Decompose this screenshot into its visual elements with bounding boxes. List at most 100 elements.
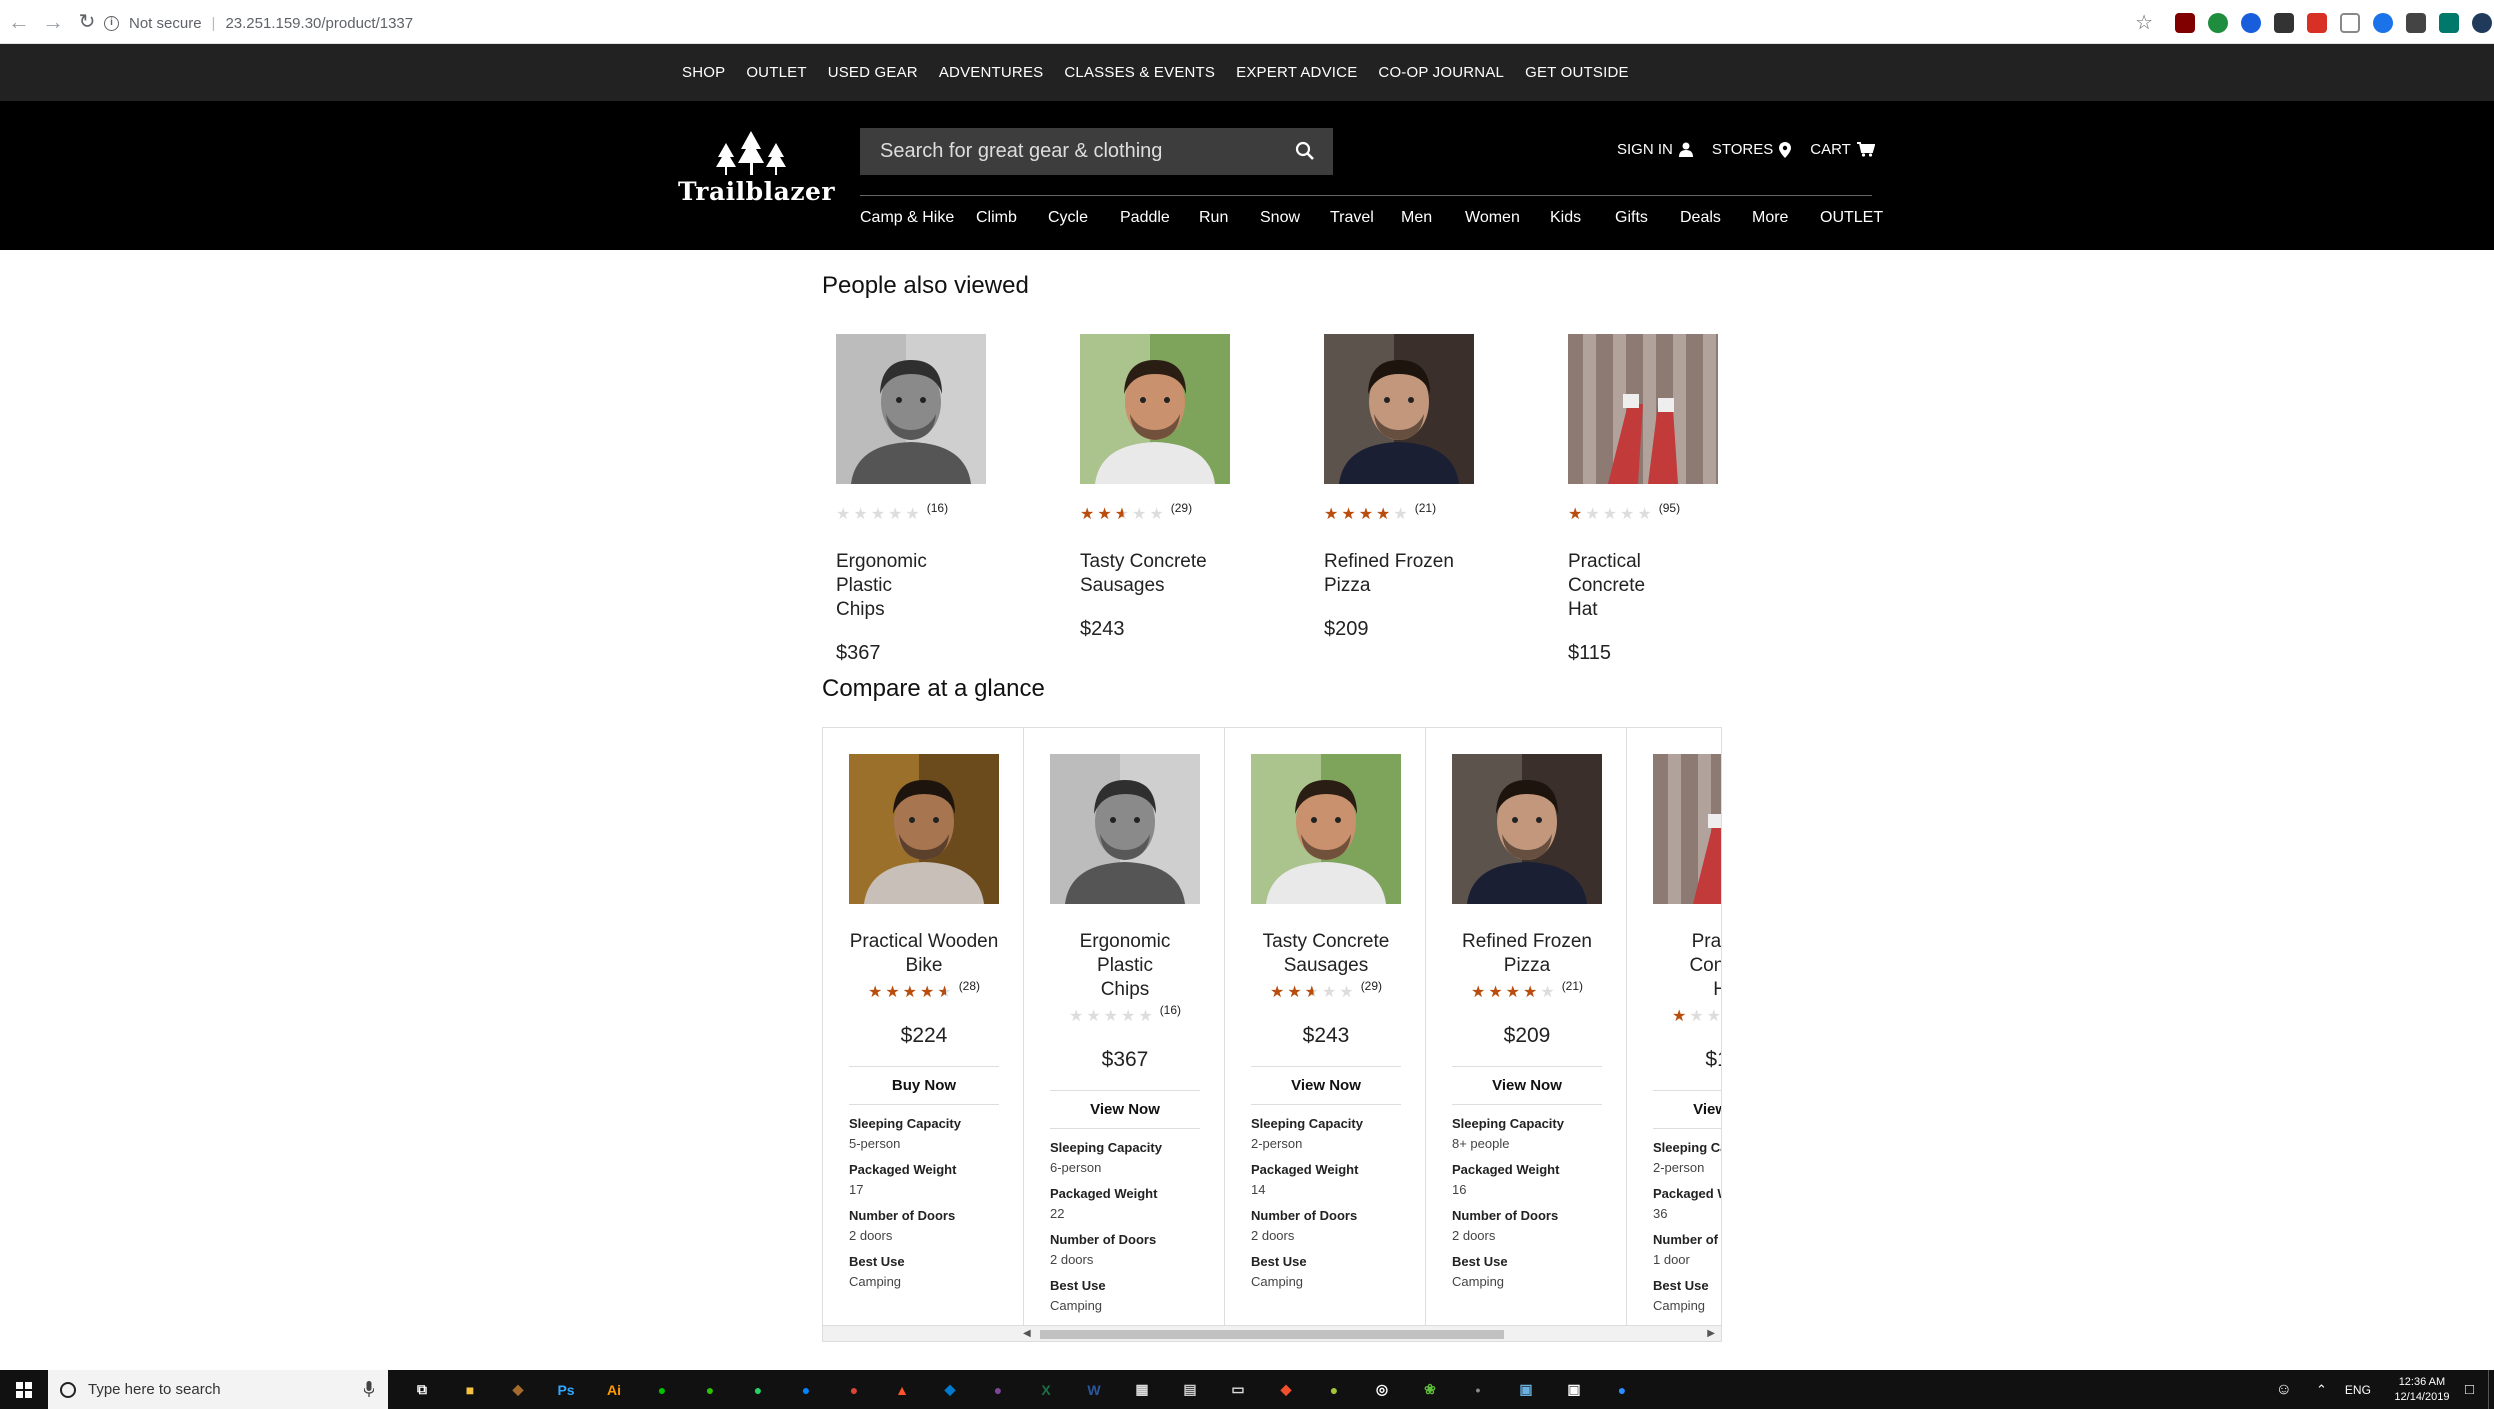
android-icon[interactable]: ●: [1317, 1376, 1351, 1404]
product-image[interactable]: [1324, 334, 1474, 484]
word-icon[interactable]: W: [1077, 1376, 1111, 1404]
bitwarden-icon[interactable]: [2241, 12, 2261, 33]
compare-product-name[interactable]: Ergonomic Plastic Chips: [1050, 930, 1200, 1002]
product-name[interactable]: Tasty Concrete Sausages: [1080, 550, 1230, 598]
category-cycle[interactable]: Cycle: [1048, 209, 1088, 227]
product-card[interactable]: ★ ★ ★ ★ ★ (21) Refined Frozen Pizza $209: [1324, 334, 1474, 641]
shield-icon[interactable]: [2208, 12, 2228, 33]
messenger-icon[interactable]: ●: [789, 1376, 823, 1404]
excel-icon[interactable]: X: [1029, 1376, 1063, 1404]
horizontal-scrollbar[interactable]: ◀ ▶: [823, 1325, 1721, 1341]
view-now-button[interactable]: View Now: [1050, 1101, 1200, 1129]
tor-icon[interactable]: ●: [981, 1376, 1015, 1404]
illustrator-icon[interactable]: Ai: [597, 1376, 631, 1404]
top-nav-get-outside[interactable]: GET OUTSIDE: [1525, 64, 1629, 81]
compare-product-image[interactable]: [1050, 754, 1200, 904]
top-nav-classes-events[interactable]: CLASSES & EVENTS: [1064, 64, 1215, 81]
top-nav-used-gear[interactable]: USED GEAR: [828, 64, 918, 81]
product-name[interactable]: Practical Concrete Hat: [1568, 550, 1718, 622]
info-icon[interactable]: i: [104, 15, 119, 31]
top-nav-co-op-journal[interactable]: CO-OP JOURNAL: [1378, 64, 1504, 81]
inkscape-icon[interactable]: ❀: [1413, 1376, 1447, 1404]
category-paddle[interactable]: Paddle: [1120, 209, 1170, 227]
feather-icon[interactable]: [2340, 12, 2360, 33]
task-view-icon[interactable]: ⧉: [405, 1376, 439, 1404]
sign-in-link[interactable]: SIGN IN: [1617, 141, 1693, 158]
whatsapp-icon[interactable]: ●: [741, 1376, 775, 1404]
top-nav-shop[interactable]: SHOP: [682, 64, 725, 81]
back-icon[interactable]: ←: [4, 7, 34, 37]
category-climb[interactable]: Climb: [976, 209, 1017, 227]
compare-product-name[interactable]: Practical ConcreteHat: [1653, 930, 1721, 1002]
chrome-icon[interactable]: ●: [837, 1376, 871, 1404]
product-image[interactable]: [836, 334, 986, 484]
zoom-icon[interactable]: ●: [1605, 1376, 1639, 1404]
badge-extension-icon[interactable]: [2406, 12, 2426, 33]
category-more[interactable]: More: [1752, 209, 1788, 227]
category-deals[interactable]: Deals: [1680, 209, 1721, 227]
category-kids[interactable]: Kids: [1550, 209, 1581, 227]
compare-product-image[interactable]: [1251, 754, 1401, 904]
line-icon[interactable]: ●: [645, 1376, 679, 1404]
git-icon[interactable]: ◆: [1269, 1376, 1303, 1404]
view-now-button[interactable]: View Now: [1251, 1077, 1401, 1105]
stores-link[interactable]: STORES: [1712, 141, 1792, 158]
language-indicator[interactable]: ENG: [2345, 1383, 2371, 1397]
category-women[interactable]: Women: [1465, 209, 1520, 227]
cart-link[interactable]: CART: [1810, 141, 1875, 158]
compare-product-name[interactable]: Tasty Concrete Sausages: [1251, 930, 1401, 978]
scroll-thumb[interactable]: [1040, 1330, 1504, 1339]
view-now-button[interactable]: View Now: [1452, 1077, 1602, 1105]
product-card[interactable]: ★ ★ ★ ★ ★ (16) Ergonomic Plastic Chips $367: [836, 334, 986, 665]
product-image[interactable]: [1568, 334, 1718, 484]
product-image[interactable]: [1080, 334, 1230, 484]
top-nav-expert-advice[interactable]: EXPERT ADVICE: [1236, 64, 1357, 81]
grid-icon[interactable]: [2439, 12, 2459, 33]
search-icon[interactable]: [1295, 141, 1315, 161]
buy-now-button[interactable]: Buy Now: [849, 1077, 999, 1105]
category-travel[interactable]: Travel: [1330, 209, 1374, 227]
scroll-left-icon[interactable]: ◀: [1023, 1328, 1031, 1339]
scroll-right-icon[interactable]: ▶: [1707, 1328, 1715, 1339]
obs-icon[interactable]: ◎: [1365, 1376, 1399, 1404]
wechat-icon[interactable]: ●: [693, 1376, 727, 1404]
bookmark-star-icon[interactable]: ☆: [2135, 10, 2153, 35]
box-icon[interactable]: ▣: [1509, 1376, 1543, 1404]
compare-product-name[interactable]: Refined Frozen Pizza: [1452, 930, 1602, 978]
taskbar-search[interactable]: Type here to search: [48, 1370, 388, 1409]
top-nav-outlet[interactable]: OUTLET: [746, 64, 806, 81]
pdf-icon[interactable]: [2307, 12, 2327, 33]
logo[interactable]: Trailblazer: [678, 129, 835, 206]
category-camp-hike[interactable]: Camp & Hike: [860, 209, 954, 227]
camera-icon[interactable]: ▣: [1557, 1376, 1591, 1404]
category-run[interactable]: Run: [1199, 209, 1228, 227]
reload-icon[interactable]: ↻: [72, 7, 102, 37]
compare-product-image[interactable]: [1653, 754, 1721, 904]
terminal-icon[interactable]: ▤: [1173, 1376, 1207, 1404]
windows-start-icon[interactable]: [0, 1381, 48, 1398]
product-card[interactable]: ★ ★ ★ ★ ★ (95) Practical Concrete Hat $115: [1568, 334, 1718, 665]
amazon-icon[interactable]: [2274, 12, 2294, 33]
microphone-icon[interactable]: [364, 1381, 374, 1397]
dots-icon[interactable]: •: [1461, 1376, 1495, 1404]
calculator-icon[interactable]: ▦: [1125, 1376, 1159, 1404]
show-desktop-button[interactable]: [2488, 1370, 2494, 1409]
category-snow[interactable]: Snow: [1260, 209, 1300, 227]
notifications-icon[interactable]: □: [2465, 1381, 2474, 1398]
photoshop-icon[interactable]: Ps: [549, 1376, 583, 1404]
winrar-icon[interactable]: ◆: [501, 1376, 535, 1404]
profile-avatar-icon[interactable]: [2472, 12, 2492, 33]
url-text[interactable]: 23.251.159.30/product/1337: [225, 15, 413, 32]
search-input[interactable]: [860, 140, 1260, 163]
compare-product-image[interactable]: [1452, 754, 1602, 904]
category-men[interactable]: Men: [1401, 209, 1432, 227]
compare-product-name[interactable]: Practical Wooden Bike: [849, 930, 999, 978]
address-bar[interactable]: i Not secure | 23.251.159.30/product/133…: [104, 8, 413, 38]
product-name[interactable]: Refined Frozen Pizza: [1324, 550, 1474, 598]
brave-icon[interactable]: ▲: [885, 1376, 919, 1404]
vscode-icon[interactable]: ◆: [933, 1376, 967, 1404]
clock[interactable]: 12:36 AM 12/14/2019: [2389, 1375, 2455, 1405]
view-now-button[interactable]: View Now: [1653, 1101, 1721, 1129]
top-nav-adventures[interactable]: ADVENTURES: [939, 64, 1044, 81]
forward-icon[interactable]: →: [38, 7, 68, 37]
